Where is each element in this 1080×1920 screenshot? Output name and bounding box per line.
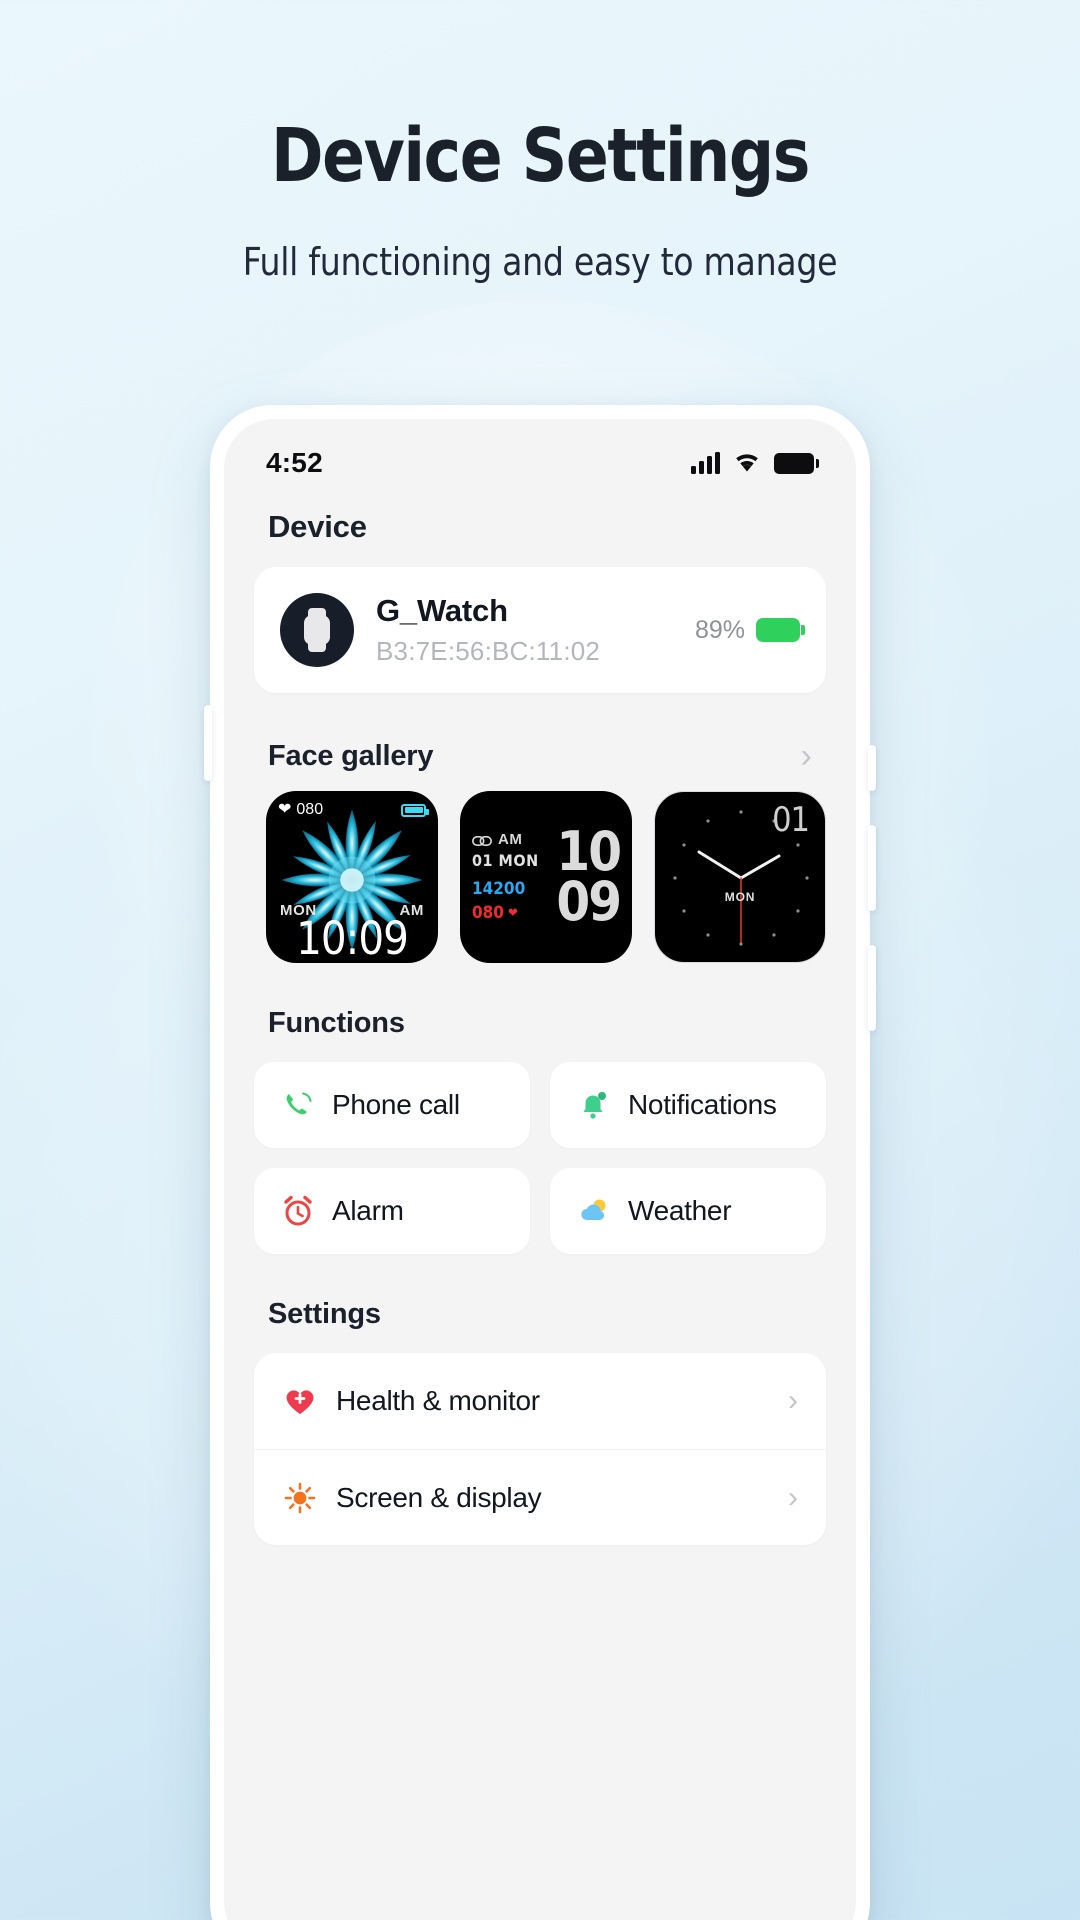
settings-list: Health & monitor › Screen & display › — [254, 1353, 826, 1545]
brightness-icon — [282, 1480, 318, 1516]
watch-battery-icon — [401, 803, 429, 817]
settings-item-screen-display[interactable]: Screen & display › — [254, 1449, 826, 1545]
date-label: 01 MON — [472, 851, 539, 870]
device-card[interactable]: G_Watch B3:7E:56:BC:11:02 89% — [254, 567, 826, 693]
chevron-right-icon[interactable]: › — [801, 739, 812, 773]
watch-face-flower-topbar: ❤ 080 — [278, 801, 429, 819]
heart-rate-value: 080 — [296, 801, 324, 818]
phone-mockup: 4:52 Device G_Watch B3:7E:56:BC:11:02 89… — [204, 405, 876, 1920]
heart-icon: ❤ — [507, 905, 518, 921]
status-time: 4:52 — [266, 447, 323, 478]
analog-face-number: 01 — [772, 800, 810, 840]
device-section-title: Device — [268, 509, 367, 544]
watch-face-digital-left: AM 01 MON 14200 080 ❤ — [472, 831, 556, 923]
phone-button-right-1 — [868, 745, 876, 791]
functions-section-title: Functions — [268, 1007, 405, 1039]
function-label: Phone call — [332, 1089, 460, 1120]
device-info: G_Watch B3:7E:56:BC:11:02 — [376, 593, 673, 667]
heart-icon: ❤ — [278, 801, 292, 818]
settings-item-health-monitor[interactable]: Health & monitor › — [254, 1353, 826, 1449]
phone-button-left — [204, 705, 212, 781]
page-title: Device Settings — [271, 113, 810, 199]
function-label: Alarm — [332, 1195, 404, 1226]
heart-rate-readout: 080 ❤ — [472, 903, 556, 923]
functions-grid: Phone call Notifications Alarm Weather — [224, 1062, 856, 1254]
face-gallery-header[interactable]: Face gallery › — [224, 739, 856, 773]
function-label: Weather — [628, 1195, 732, 1226]
link-icon — [472, 834, 492, 846]
device-name: G_Watch — [376, 593, 508, 628]
settings-item-label: Health & monitor — [336, 1385, 540, 1416]
bell-icon — [576, 1087, 612, 1123]
device-mac-address: B3:7E:56:BC:11:02 — [376, 636, 601, 666]
watch-face-digital-row-link: AM — [472, 831, 556, 848]
face-gallery-title: Face gallery — [268, 739, 434, 772]
settings-section-title: Settings — [268, 1298, 381, 1330]
chevron-right-icon[interactable]: › — [788, 1384, 798, 1418]
watch-face-flower[interactable]: ❤ 080 MON AM 10:09 — [266, 791, 438, 963]
status-bar: 4:52 — [224, 419, 856, 493]
chevron-right-icon[interactable]: › — [788, 1481, 798, 1515]
page-subtitle: Full functioning and easy to manage — [242, 239, 838, 284]
function-weather[interactable]: Weather — [550, 1168, 826, 1254]
battery-icon — [756, 618, 805, 642]
smartwatch-icon — [280, 593, 354, 667]
alarm-clock-icon — [280, 1193, 316, 1229]
watch-face-digital-clock: 10 09 — [556, 825, 622, 933]
heart-rate-value: 080 — [472, 903, 504, 923]
phone-screen: 4:52 Device G_Watch B3:7E:56:BC:11:02 89… — [224, 419, 856, 1920]
heart-rate-readout: ❤ 080 — [278, 801, 323, 819]
wifi-icon — [733, 452, 761, 474]
function-alarm[interactable]: Alarm — [254, 1168, 530, 1254]
function-notifications[interactable]: Notifications — [550, 1062, 826, 1148]
settings-item-label: Screen & display — [336, 1481, 542, 1513]
function-phone-call[interactable]: Phone call — [254, 1062, 530, 1148]
face-gallery-list: ❤ 080 MON AM 10:09 AM 01 MON 14200 080 ❤… — [224, 791, 856, 963]
signal-bars-icon — [691, 452, 720, 474]
ampm-label: AM — [498, 831, 523, 848]
watch-time: 10:09 — [296, 912, 409, 963]
steps-value: 14200 — [472, 879, 526, 899]
heart-plus-icon — [282, 1383, 318, 1419]
partly-cloudy-icon — [576, 1193, 612, 1229]
phone-button-right-3 — [868, 945, 876, 1031]
battery-full-icon — [774, 452, 819, 474]
device-battery: 89% — [694, 615, 805, 645]
phone-frame: 4:52 Device G_Watch B3:7E:56:BC:11:02 89… — [204, 405, 876, 1920]
function-label: Notifications — [628, 1089, 777, 1120]
battery-percent-label: 89% — [694, 615, 745, 644]
phone-icon — [280, 1087, 316, 1123]
minute-value: 09 — [556, 870, 622, 933]
weekday-label: MON — [724, 890, 756, 904]
status-icons — [691, 452, 819, 474]
watch-face-analog[interactable]: 01 MON — [654, 791, 826, 963]
hero-header: Device Settings Full functioning and eas… — [0, 0, 1080, 284]
phone-button-right-2 — [868, 825, 876, 911]
watch-face-digital[interactable]: AM 01 MON 14200 080 ❤ 10 09 — [460, 791, 632, 963]
